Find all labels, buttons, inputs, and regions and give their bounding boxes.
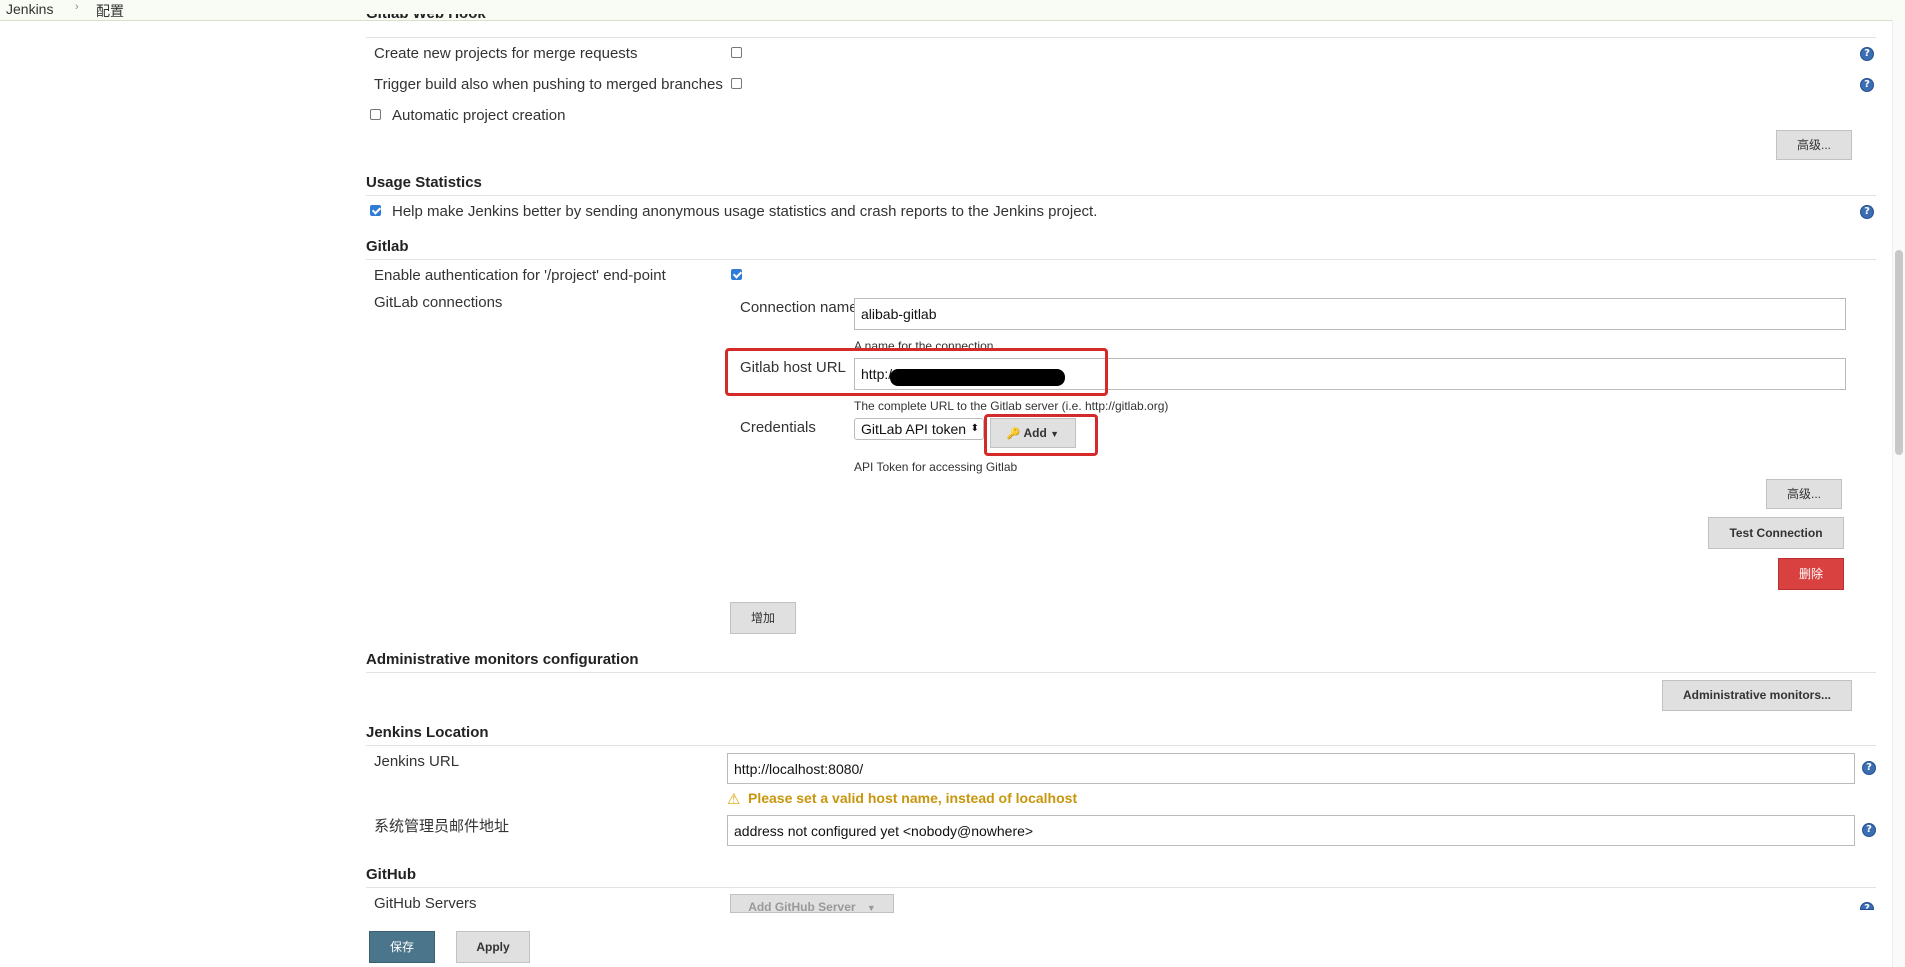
scrollbar-thumb[interactable] — [1895, 250, 1903, 455]
enable-auth-checkbox[interactable] — [731, 269, 742, 280]
gitlab-webhook-section-title: Gitlab Web Hook — [366, 14, 486, 22]
gitlab-connections-label: GitLab connections — [374, 294, 503, 311]
credentials-select[interactable]: GitLab API token ⬍ — [854, 418, 984, 440]
enable-auth-label: Enable authentication for '/project' end… — [374, 267, 666, 284]
gitlab-host-url-hint: The complete URL to the Gitlab server (i… — [854, 399, 1169, 413]
test-connection-button[interactable]: Test Connection — [1708, 517, 1844, 549]
connection-name-input[interactable] — [854, 298, 1846, 330]
highlight-box — [725, 348, 1108, 396]
add-github-server-label: Add GitHub Server — [748, 900, 856, 913]
highlight-box — [984, 414, 1098, 456]
trigger-build-label: Trigger build also when pushing to merge… — [374, 76, 723, 93]
trigger-build-checkbox[interactable] — [731, 78, 742, 89]
scrollbar-track[interactable] — [1892, 20, 1905, 967]
save-button[interactable]: 保存 — [369, 931, 435, 963]
jenkins-location-section-title: Jenkins Location — [366, 724, 489, 741]
warning-icon: ⚠ — [727, 791, 741, 808]
jenkins-url-warning: Please set a valid host name, instead of… — [748, 790, 1078, 806]
administrative-monitors-button[interactable]: Administrative monitors... — [1662, 680, 1852, 711]
breadcrumb-separator: › — [75, 1, 79, 13]
connection-advanced-button[interactable]: 高级... — [1766, 479, 1842, 509]
apply-button[interactable]: Apply — [456, 931, 530, 963]
create-projects-label: Create new projects for merge requests — [374, 45, 638, 62]
help-icon[interactable]: ? — [1862, 823, 1876, 837]
create-projects-checkbox[interactable] — [731, 47, 742, 58]
help-icon[interactable]: ? — [1860, 47, 1874, 61]
github-servers-label: GitHub Servers — [374, 895, 477, 912]
breadcrumb-jenkins-link[interactable]: Jenkins — [6, 1, 53, 17]
section-divider — [366, 259, 1876, 260]
admin-email-input[interactable] — [727, 815, 1855, 846]
caret-down-icon: ▼ — [866, 903, 876, 913]
add-connection-button[interactable]: 增加 — [730, 602, 796, 634]
gitlab-section-title: Gitlab — [366, 238, 409, 255]
usage-statistics-section-title: Usage Statistics — [366, 174, 482, 191]
section-divider — [366, 37, 1876, 38]
credentials-label: Credentials — [740, 419, 816, 436]
help-icon[interactable]: ? — [1862, 761, 1876, 775]
credentials-hint: API Token for accessing Gitlab — [854, 460, 1018, 474]
select-arrows-icon: ⬍ — [970, 423, 979, 434]
jenkins-url-input[interactable] — [727, 753, 1855, 784]
admin-monitors-section-title: Administrative monitors configuration — [366, 651, 639, 668]
help-icon[interactable]: ? — [1860, 78, 1874, 92]
section-divider — [366, 745, 1876, 746]
section-divider — [366, 672, 1876, 673]
help-icon[interactable]: ? — [1860, 902, 1874, 910]
credentials-select-value: GitLab API token — [861, 421, 967, 437]
connection-name-label: Connection name — [740, 299, 858, 316]
jenkins-url-label: Jenkins URL — [374, 753, 460, 770]
usage-statistics-checkbox[interactable] — [370, 205, 381, 216]
delete-connection-button[interactable]: 删除 — [1778, 558, 1844, 590]
add-github-server-button[interactable]: Add GitHub Server ▼ — [730, 894, 894, 913]
breadcrumb-current[interactable]: 配置 — [96, 1, 124, 21]
section-divider — [366, 195, 1876, 196]
breadcrumb: Jenkins › 配置 — [0, 0, 1905, 21]
automatic-creation-label: Automatic project creation — [392, 107, 566, 124]
automatic-creation-checkbox[interactable] — [370, 109, 381, 120]
github-section-title: GitHub — [366, 866, 416, 883]
footer-bar — [0, 915, 1890, 967]
usage-statistics-label: Help make Jenkins better by sending anon… — [392, 203, 1098, 220]
webhook-advanced-button[interactable]: 高级... — [1776, 130, 1852, 160]
admin-email-label: 系统管理员邮件地址 — [374, 818, 510, 835]
help-icon[interactable]: ? — [1860, 205, 1874, 219]
section-divider — [366, 887, 1876, 888]
